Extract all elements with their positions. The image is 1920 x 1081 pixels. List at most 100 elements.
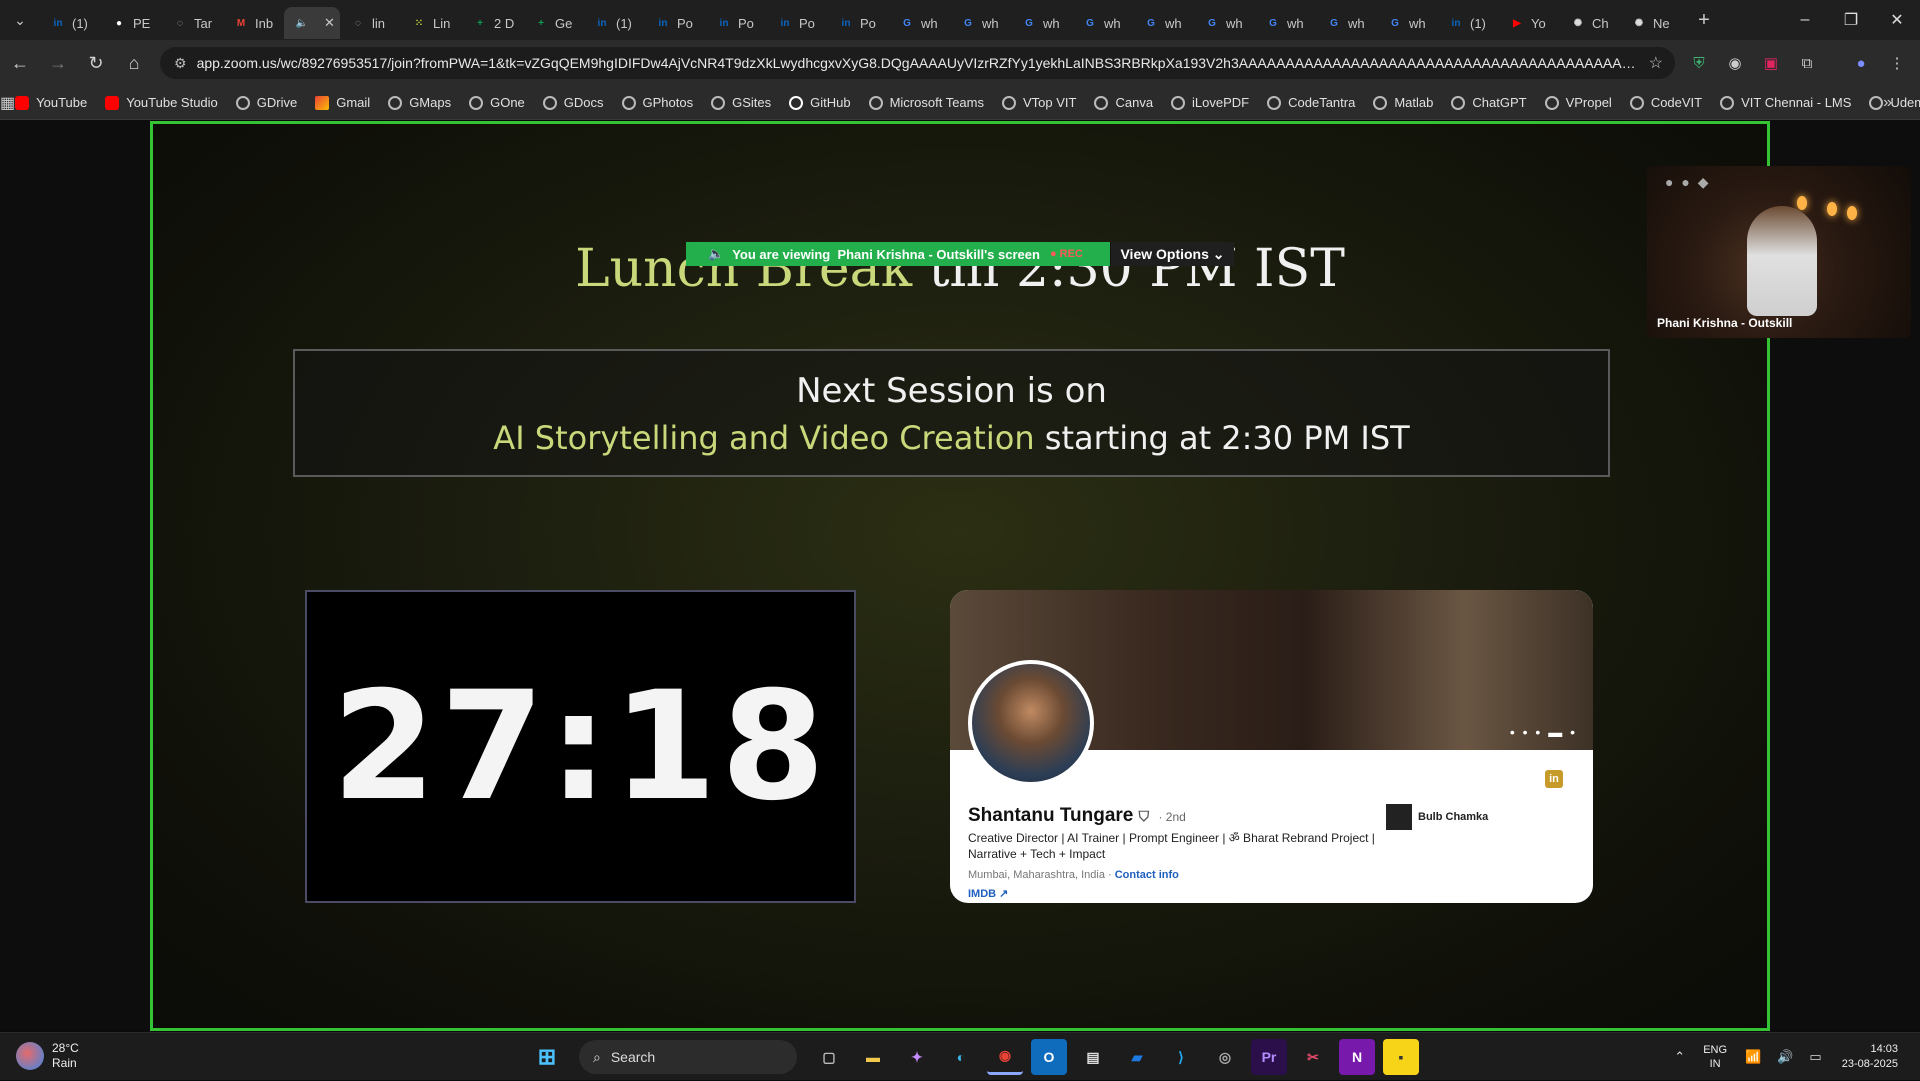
new-tab-button[interactable]: +	[1686, 4, 1722, 36]
bookmark-item[interactable]: Gmail	[315, 95, 370, 110]
system-tray: ⌃ ENG IN 📶 🔊 ▭ 14:03 23-08-2025	[1666, 1033, 1920, 1081]
minimize-button[interactable]: –	[1782, 0, 1828, 40]
file-explorer-icon[interactable]: ▬	[855, 1039, 891, 1075]
bookmark-item[interactable]: Microsoft Teams	[868, 95, 984, 110]
browser-tab[interactable]: Gwh	[1133, 7, 1194, 39]
browser-tab[interactable]: in Po	[706, 7, 767, 39]
wifi-icon[interactable]: 📶	[1745, 1049, 1761, 1065]
browser-tab[interactable]: M Inb	[223, 7, 284, 39]
browser-tab[interactable]: + Ge	[523, 7, 584, 39]
browser-tab[interactable]: ✺ Ne	[1621, 7, 1682, 39]
chevron-up-icon[interactable]: ⌃	[1674, 1049, 1685, 1065]
task-view-icon[interactable]: ▢	[811, 1039, 847, 1075]
bookmark-item[interactable]: ChatGPT	[1451, 95, 1527, 110]
view-options-button[interactable]: View Options ⌄	[1110, 242, 1234, 266]
bookmark-item[interactable]: VTop VIT	[1002, 95, 1076, 110]
browser-tab[interactable]: ▶ Yo	[1499, 7, 1560, 39]
github-icon: ●	[115, 17, 123, 29]
bookmark-item[interactable]: YouTube	[15, 95, 87, 110]
bookmark-item[interactable]: Udemy	[1869, 95, 1920, 110]
bookmark-item[interactable]: GDrive	[235, 95, 297, 110]
video-options-icon[interactable]: ● ● ◆	[1665, 174, 1710, 191]
back-button[interactable]: ←	[2, 45, 38, 81]
taskbar-search[interactable]: ⌕ Search	[579, 1040, 797, 1074]
browser-tab[interactable]: 🔈 ✕	[284, 7, 340, 39]
store-icon[interactable]: ▤	[1075, 1039, 1111, 1075]
tab-label: Ge	[555, 15, 573, 31]
restore-button[interactable]: ❐	[1828, 0, 1874, 40]
browser-tab[interactable]: in (1)	[1438, 7, 1499, 39]
browser-tab[interactable]: ✺ Ch	[1560, 7, 1621, 39]
browser-tab[interactable]: Gwh	[889, 7, 950, 39]
bookmark-item[interactable]: YouTube Studio	[105, 95, 218, 110]
outlook-icon[interactable]: O	[1031, 1039, 1067, 1075]
bookmark-icon	[789, 95, 804, 110]
browser-tab[interactable]: ◌ lin	[340, 7, 401, 39]
video-tile[interactable]: ● ● ◆ Phani Krishna - Outskill	[1647, 166, 1911, 338]
bookmark-item[interactable]: CodeVIT	[1629, 95, 1702, 110]
browser-tab[interactable]: in (1)	[40, 7, 101, 39]
address-bar[interactable]: ⚙ app.zoom.us/wc/89276953517/join?fromPW…	[160, 47, 1675, 79]
weather-widget[interactable]: 28°C Rain	[16, 1041, 79, 1071]
shield-extension-icon[interactable]: ⛨	[1684, 48, 1714, 78]
browser-tab[interactable]: in Po	[828, 7, 889, 39]
chrome-menu-icon[interactable]: ⋮	[1882, 48, 1912, 78]
close-window-button[interactable]: ✕	[1874, 0, 1920, 40]
bookmark-item[interactable]: VIT Chennai - LMS	[1720, 95, 1851, 110]
bookmark-item[interactable]: GMaps	[388, 95, 451, 110]
browser-tab[interactable]: Gwh	[1194, 7, 1255, 39]
onenote-icon[interactable]: N	[1339, 1039, 1375, 1075]
chrome-icon[interactable]: ◉	[987, 1039, 1023, 1075]
browser-tab[interactable]: Gwh	[950, 7, 1011, 39]
premiere-pro-icon[interactable]: Pr	[1251, 1039, 1287, 1075]
browser-tab[interactable]: Gwh	[1072, 7, 1133, 39]
browser-tab[interactable]: in (1)	[584, 7, 645, 39]
camera-extension-icon[interactable]: ◉	[1720, 48, 1750, 78]
edge-icon[interactable]: ◐	[943, 1039, 979, 1075]
bookmark-item[interactable]: GDocs	[542, 95, 604, 110]
bookmark-item[interactable]: Canva	[1094, 95, 1153, 110]
browser-tab[interactable]: Gwh	[1255, 7, 1316, 39]
browser-tab[interactable]: in Po	[767, 7, 828, 39]
volume-icon[interactable]: 🔊	[1777, 1049, 1793, 1065]
apps-grid-icon[interactable]: ▦	[0, 93, 15, 113]
close-tab-icon[interactable]: ✕	[324, 15, 335, 31]
home-button[interactable]: ⌂	[116, 45, 152, 81]
bookmark-item[interactable]: iLovePDF	[1171, 95, 1249, 110]
bookmark-star-icon[interactable]: ☆	[1649, 53, 1663, 73]
bookmark-item[interactable]: GOne	[469, 95, 525, 110]
more-bookmarks-icon[interactable]: »	[1883, 94, 1892, 112]
vscode-icon[interactable]: ⟩	[1163, 1039, 1199, 1075]
browser-tab[interactable]: in Po	[645, 7, 706, 39]
pocket-extension-icon[interactable]: ▣	[1756, 48, 1786, 78]
browser-tab[interactable]: ● PE	[101, 7, 162, 39]
external-link-icon: ↗	[999, 888, 1009, 900]
language-indicator[interactable]: ENG IN	[1703, 1043, 1727, 1071]
browser-tab[interactable]: Gwh	[1377, 7, 1438, 39]
browser-tab[interactable]: Gwh	[1011, 7, 1072, 39]
battery-icon[interactable]: ▭	[1809, 1049, 1821, 1065]
bookmark-item[interactable]: CodeTantra	[1267, 95, 1355, 110]
bookmark-item[interactable]: GitHub	[789, 95, 851, 110]
browser-tab[interactable]: Gwh	[1316, 7, 1377, 39]
sticky-notes-icon[interactable]: ▪	[1383, 1039, 1419, 1075]
bookmark-item[interactable]: GSites	[711, 95, 771, 110]
clock[interactable]: 14:03 23-08-2025	[1842, 1042, 1898, 1072]
reload-button[interactable]: ↻	[78, 45, 114, 81]
windows-start-icon[interactable]: ⊞	[529, 1039, 565, 1075]
site-info-icon[interactable]: ⚙	[174, 55, 187, 72]
bookmark-item[interactable]: Matlab	[1373, 95, 1433, 110]
bookmark-item[interactable]: VPropel	[1544, 95, 1612, 110]
forward-button[interactable]: →	[40, 45, 76, 81]
profile-avatar[interactable]: ●	[1846, 48, 1876, 78]
extensions-icon[interactable]: ⧉	[1792, 48, 1822, 78]
browser-tab[interactable]: +2 D	[462, 7, 523, 39]
browser-tab[interactable]: ⁙ Lin	[401, 7, 462, 39]
snipping-tool-icon[interactable]: ✂	[1295, 1039, 1331, 1075]
tab-search-button[interactable]: ⌄	[0, 0, 40, 40]
copilot-icon[interactable]: ✦	[899, 1039, 935, 1075]
browser-tab[interactable]: ◌ Tar	[162, 7, 223, 39]
app-circle-icon[interactable]: ◎	[1207, 1039, 1243, 1075]
app-icon[interactable]: ▰	[1119, 1039, 1155, 1075]
bookmark-item[interactable]: GPhotos	[621, 95, 693, 110]
